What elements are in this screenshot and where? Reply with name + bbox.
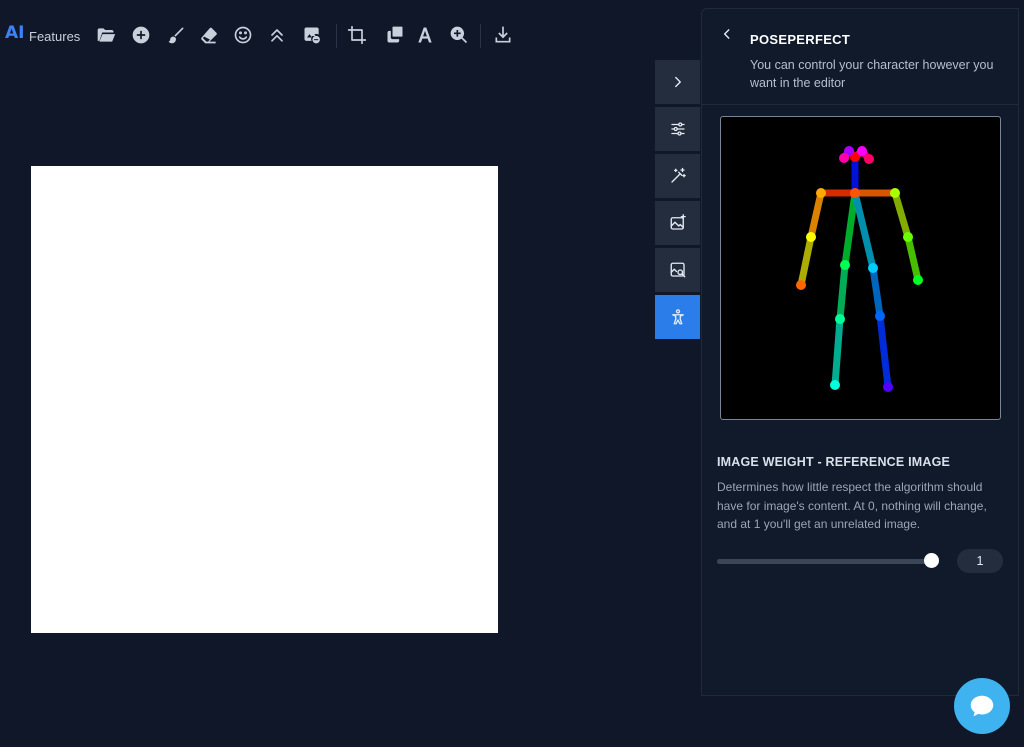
chevrons-up-icon[interactable]: [264, 22, 290, 48]
magic-wand-icon: [670, 167, 686, 183]
features-label[interactable]: Features: [29, 29, 80, 44]
pose-figure-icon: [671, 309, 684, 325]
layers-icon[interactable]: [382, 22, 408, 48]
slider-fill: [717, 559, 932, 564]
image-sparkle-icon: [670, 214, 686, 230]
brush-icon[interactable]: [163, 22, 189, 48]
expand-chevron-icon: [674, 76, 681, 88]
chat-bubble-icon: [970, 695, 994, 717]
panel-subtitle: You can control your character however y…: [750, 58, 994, 90]
image-weight-description: Determines how little respect the algori…: [717, 480, 987, 531]
image-search-tab[interactable]: [655, 248, 700, 292]
folder-open-icon[interactable]: [93, 22, 119, 48]
slider-thumb[interactable]: [924, 553, 939, 568]
image-weight-slider[interactable]: [717, 553, 939, 569]
pose-skeleton[interactable]: [721, 117, 1000, 419]
image-enhance-tab[interactable]: [655, 201, 700, 245]
remove-background-icon[interactable]: [299, 22, 325, 48]
zoom-in-icon[interactable]: [446, 22, 472, 48]
pose-tab[interactable]: [655, 295, 700, 339]
expand-panel-button[interactable]: [655, 60, 700, 104]
download-icon[interactable]: [490, 22, 516, 48]
crop-icon[interactable]: [344, 22, 370, 48]
back-button[interactable]: [720, 27, 738, 47]
sliders-icon: [670, 122, 685, 136]
pose-editor[interactable]: [720, 116, 1001, 420]
poseperfect-panel: POSEPERFECT You can control your charact…: [701, 8, 1019, 696]
magic-tab[interactable]: [655, 154, 700, 198]
image-weight-title: IMAGE WEIGHT - REFERENCE IMAGE: [717, 455, 951, 469]
chevron-left-icon: [723, 29, 730, 39]
toolbar-divider: [336, 24, 337, 48]
ai-label: AI: [5, 23, 25, 43]
toolbar-divider: [480, 24, 481, 48]
adjustments-tab[interactable]: [655, 107, 700, 151]
side-tabs: [655, 60, 701, 342]
panel-title: POSEPERFECT: [750, 32, 851, 47]
panel-header: POSEPERFECT You can control your charact…: [702, 9, 1018, 105]
image-search-icon: [670, 262, 685, 278]
eraser-icon[interactable]: [196, 22, 222, 48]
add-circle-icon[interactable]: [128, 22, 154, 48]
chat-button[interactable]: [954, 678, 1010, 734]
emoji-icon[interactable]: [230, 22, 256, 48]
editor-canvas[interactable]: [31, 166, 498, 633]
image-weight-value[interactable]: 1: [957, 549, 1003, 573]
text-icon[interactable]: [412, 22, 438, 48]
